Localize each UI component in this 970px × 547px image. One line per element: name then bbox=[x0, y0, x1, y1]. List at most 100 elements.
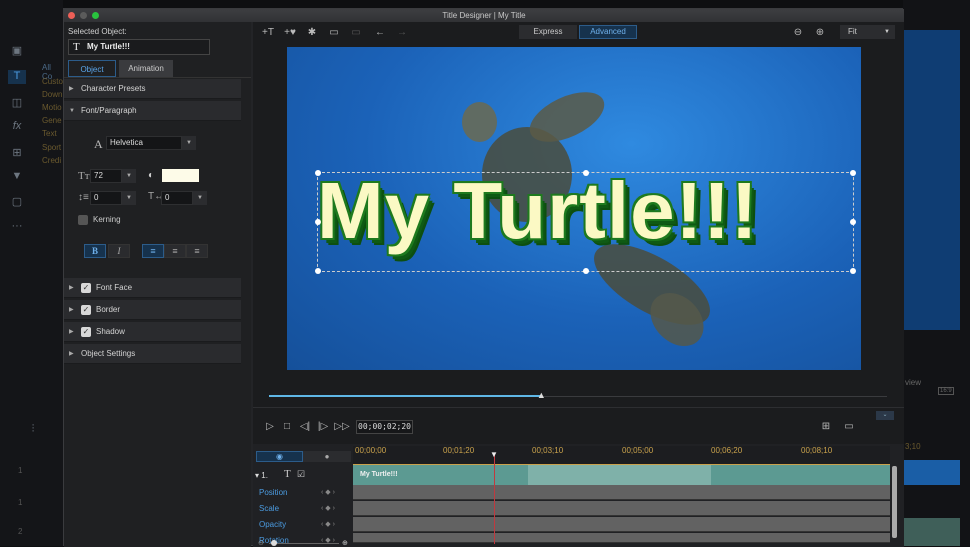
section-object-settings[interactable]: ▶ Object Settings bbox=[64, 344, 241, 364]
track-number: 1 bbox=[18, 466, 23, 475]
category[interactable]: Gene bbox=[42, 116, 62, 125]
font-icon: A bbox=[94, 137, 103, 151]
section-character-presets[interactable]: ▶ Character Presets bbox=[64, 79, 241, 99]
keyframe-nav-icon[interactable]: ‹ ◆ › bbox=[321, 488, 335, 496]
keyframe-view-button[interactable]: ◉ bbox=[256, 451, 303, 462]
prev-frame-icon[interactable]: ◁| bbox=[296, 420, 314, 434]
selected-object-field[interactable]: T My Turtle!!! bbox=[68, 39, 210, 55]
insert-shape-icon[interactable]: +♥ bbox=[281, 26, 299, 40]
mode-express[interactable]: Express bbox=[519, 25, 577, 39]
category[interactable]: Custo bbox=[42, 77, 63, 86]
align-center-button[interactable]: ≡ bbox=[164, 244, 186, 258]
chevron-down-icon[interactable]: ▼ bbox=[193, 191, 207, 205]
param-position[interactable]: Position bbox=[259, 488, 287, 497]
zoom-out-icon[interactable]: ⊖ bbox=[789, 26, 807, 40]
canvas-preview[interactable]: My Turtle!!! bbox=[287, 47, 861, 370]
insert-text-icon[interactable]: +T bbox=[259, 26, 277, 40]
selection-box[interactable] bbox=[315, 170, 856, 274]
param-track[interactable] bbox=[353, 485, 890, 500]
track-number: 2 bbox=[18, 527, 23, 536]
close-button[interactable] bbox=[68, 12, 75, 19]
category[interactable]: Motio bbox=[42, 103, 62, 112]
chevron-down-icon[interactable]: ▼ bbox=[122, 191, 136, 205]
section-border[interactable]: ▶ ✓ Border bbox=[64, 300, 241, 320]
timeline-zoom-handle[interactable] bbox=[271, 540, 277, 546]
transition-icon[interactable]: ◫ bbox=[8, 96, 26, 110]
pip-icon[interactable]: ▢ bbox=[8, 195, 26, 209]
line-spacing-icon: ↕≡ bbox=[78, 192, 89, 203]
param-scale[interactable]: Scale bbox=[259, 504, 279, 513]
category[interactable]: Down bbox=[42, 90, 62, 99]
next-frame-icon[interactable]: |▷ bbox=[314, 420, 332, 434]
insert-background-icon[interactable]: ▭ bbox=[347, 26, 365, 40]
tab-object[interactable]: Object bbox=[68, 60, 116, 77]
chevron-down-icon[interactable]: ▼ bbox=[122, 169, 136, 183]
param-track[interactable] bbox=[353, 501, 890, 516]
redo-icon[interactable]: → bbox=[393, 26, 411, 40]
category[interactable]: Text bbox=[42, 129, 57, 138]
section-label: Character Presets bbox=[81, 84, 146, 93]
ruler-tick-label: 00;05;00 bbox=[622, 446, 654, 455]
playhead[interactable] bbox=[494, 454, 495, 544]
section-shadow[interactable]: ▶ ✓ Shadow bbox=[64, 322, 241, 342]
designer-main: +T +♥ ✱ ▭ ▭ ← → Express Advanced ⊖ ⊕ Fit… bbox=[253, 22, 904, 547]
title-icon[interactable]: T bbox=[8, 70, 26, 84]
zoom-value: Fit bbox=[848, 27, 857, 36]
aspect-ratio[interactable]: 16:9 bbox=[938, 387, 954, 395]
kerning-checkbox[interactable]: Kerning bbox=[78, 215, 121, 225]
param-opacity[interactable]: Opacity bbox=[259, 520, 286, 529]
param-track[interactable] bbox=[353, 533, 890, 543]
play-icon[interactable]: ▷ bbox=[261, 420, 279, 434]
category[interactable]: Credi bbox=[42, 156, 61, 165]
insert-image-icon[interactable]: ▭ bbox=[325, 26, 343, 40]
align-right-button[interactable]: ≡ bbox=[186, 244, 208, 258]
more-icon[interactable]: ··· bbox=[8, 220, 26, 234]
section-font-paragraph[interactable]: ▼ Font/Paragraph bbox=[64, 101, 241, 121]
section-label: Font Face bbox=[96, 283, 133, 292]
param-track[interactable] bbox=[353, 517, 890, 532]
insert-particle-icon[interactable]: ✱ bbox=[303, 26, 321, 40]
font-size-field[interactable]: 72 bbox=[90, 169, 122, 183]
timeline-zoom-slider[interactable] bbox=[269, 543, 339, 544]
timeline-scrollbar[interactable] bbox=[892, 466, 897, 538]
line-spacing-field[interactable]: 0 bbox=[90, 191, 122, 205]
grid-icon[interactable]: ⊞ bbox=[817, 420, 835, 434]
media-icon[interactable]: ▣ bbox=[8, 44, 26, 58]
zoom-in-icon[interactable]: ⊕ bbox=[811, 26, 829, 40]
maximize-button[interactable] bbox=[92, 12, 99, 19]
timecode[interactable]: 00;00;02;20 bbox=[356, 420, 413, 434]
minimize-button[interactable] bbox=[80, 12, 87, 19]
stop-icon[interactable]: □ bbox=[278, 420, 296, 434]
font-color-swatch[interactable] bbox=[162, 169, 199, 182]
title-clip[interactable]: My Turtle!!! bbox=[353, 465, 890, 485]
chevron-down-icon[interactable]: ▼ bbox=[182, 136, 196, 150]
collapse-button[interactable]: ⌄ bbox=[876, 411, 894, 420]
properties-panel: Selected Object: T My Turtle!!! Object A… bbox=[64, 22, 251, 547]
timeline-ruler[interactable]: 00;00;00 00;01;20 00;03;10 00;05;00 00;0… bbox=[353, 446, 890, 465]
scrub-handle[interactable]: ▲ bbox=[537, 390, 546, 400]
track-number: 1 bbox=[18, 498, 23, 507]
keyframe-nav-icon[interactable]: ‹ ◆ › bbox=[321, 520, 335, 528]
fx-icon[interactable]: fx bbox=[8, 120, 26, 134]
italic-button[interactable]: I bbox=[108, 244, 130, 258]
particle-icon[interactable]: ⊞ bbox=[8, 146, 26, 160]
bold-button[interactable]: B bbox=[84, 244, 106, 258]
playhead-handle[interactable]: ▼ bbox=[490, 450, 498, 459]
section-font-face[interactable]: ▶ ✓ Font Face bbox=[64, 278, 241, 298]
safe-zone-icon[interactable]: ▭ bbox=[840, 420, 858, 434]
track-visible-checkbox[interactable]: ☑ bbox=[297, 469, 305, 480]
fast-forward-icon[interactable]: ▷▷ bbox=[333, 420, 351, 434]
mode-advanced[interactable]: Advanced bbox=[579, 25, 637, 39]
timeline-view-button[interactable]: ● bbox=[303, 451, 351, 462]
align-left-button[interactable]: ≡ bbox=[142, 244, 164, 258]
clip-hold-segment[interactable] bbox=[528, 465, 711, 485]
split-icon[interactable]: ⫶ bbox=[24, 423, 42, 437]
keyframe-nav-icon[interactable]: ‹ ◆ › bbox=[321, 504, 335, 512]
char-spacing-field[interactable]: 0 bbox=[161, 191, 193, 205]
category[interactable]: Sport bbox=[42, 143, 61, 152]
zoom-select[interactable]: Fit ▼ bbox=[840, 25, 895, 39]
undo-icon[interactable]: ← bbox=[371, 26, 389, 40]
tab-animation[interactable]: Animation bbox=[119, 60, 173, 77]
font-select[interactable]: Helvetica bbox=[106, 136, 182, 150]
mask-icon[interactable]: ▼ bbox=[8, 170, 26, 184]
